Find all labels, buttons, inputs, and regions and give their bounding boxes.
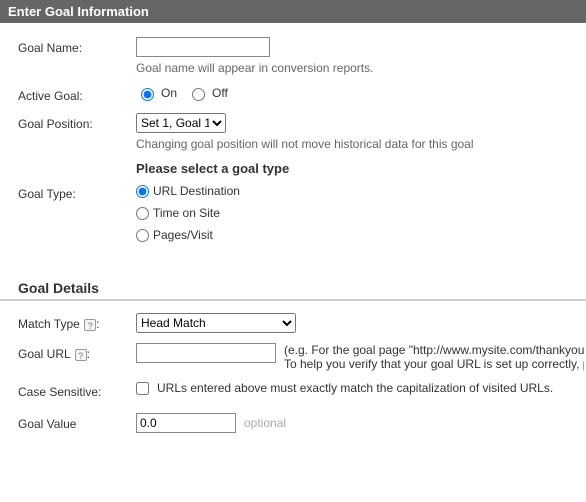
active-off-radio[interactable] [192, 88, 205, 101]
goal-url-hint-line2: To help you verify that your goal URL is… [284, 357, 584, 371]
active-goal-row: Active Goal: On Off [18, 85, 586, 103]
panel-title: Enter Goal Information [8, 4, 149, 19]
match-type-label-text: Match Type [18, 317, 80, 331]
match-type-row: Match Type ?: Head Match [18, 313, 586, 333]
case-sensitive-row: Case Sensitive: URLs entered above must … [18, 381, 586, 399]
goal-type-time-radio[interactable] [136, 207, 149, 220]
goal-type-row: Goal Type: Please select a goal type URL… [18, 161, 586, 250]
goal-position-row: Goal Position: Set 1, Goal 1 Changing go… [18, 113, 586, 151]
help-icon[interactable]: ? [75, 349, 87, 361]
goal-type-pages-radio[interactable] [136, 229, 149, 242]
goal-position-label: Goal Position: [18, 113, 136, 131]
match-type-label: Match Type ?: [18, 313, 136, 331]
active-goal-label: Active Goal: [18, 85, 136, 103]
active-off-label: Off [212, 86, 228, 100]
match-type-select[interactable]: Head Match [136, 313, 296, 333]
goal-url-hint-line1: (e.g. For the goal page "http://www.mysi… [284, 343, 584, 357]
goal-type-url-radio[interactable] [136, 185, 149, 198]
goal-type-time-label: Time on Site [153, 206, 220, 220]
goal-type-label: Goal Type: [18, 161, 136, 201]
panel-header: Enter Goal Information [0, 0, 586, 23]
goal-name-hint: Goal name will appear in conversion repo… [136, 61, 582, 75]
case-sensitive-label: Case Sensitive: [18, 381, 136, 399]
goal-type-prompt: Please select a goal type [136, 161, 582, 176]
goal-type-url-label: URL Destination [153, 184, 240, 198]
goal-type-pages-label: Pages/Visit [153, 228, 213, 242]
goal-url-label: Goal URL ?: [18, 343, 136, 361]
help-icon[interactable]: ? [84, 319, 96, 331]
goal-url-hint: (e.g. For the goal page "http://www.mysi… [284, 343, 584, 371]
active-on-radio[interactable] [141, 88, 154, 101]
goal-value-row: Goal Value optional [18, 413, 586, 433]
case-sensitive-hint: URLs entered above must exactly match th… [157, 381, 553, 395]
goal-value-label: Goal Value [18, 413, 136, 431]
goal-details-heading: Goal Details [0, 280, 586, 301]
goal-details-section: Match Type ?: Head Match Goal URL ?: (e.… [0, 313, 586, 453]
goal-information-section: Goal Name: Goal name will appear in conv… [0, 23, 586, 270]
goal-url-row: Goal URL ?: (e.g. For the goal page "htt… [18, 343, 586, 371]
goal-position-hint: Changing goal position will not move his… [136, 137, 582, 151]
goal-value-optional: optional [244, 416, 286, 430]
goal-value-input[interactable] [136, 413, 236, 433]
goal-name-label: Goal Name: [18, 37, 136, 55]
goal-url-label-text: Goal URL [18, 347, 70, 361]
active-on-label: On [161, 86, 177, 100]
goal-name-input[interactable] [136, 37, 270, 57]
case-sensitive-checkbox[interactable] [136, 382, 149, 395]
goal-name-row: Goal Name: Goal name will appear in conv… [18, 37, 586, 75]
goal-position-select[interactable]: Set 1, Goal 1 [136, 113, 226, 133]
goal-url-input[interactable] [136, 343, 276, 363]
